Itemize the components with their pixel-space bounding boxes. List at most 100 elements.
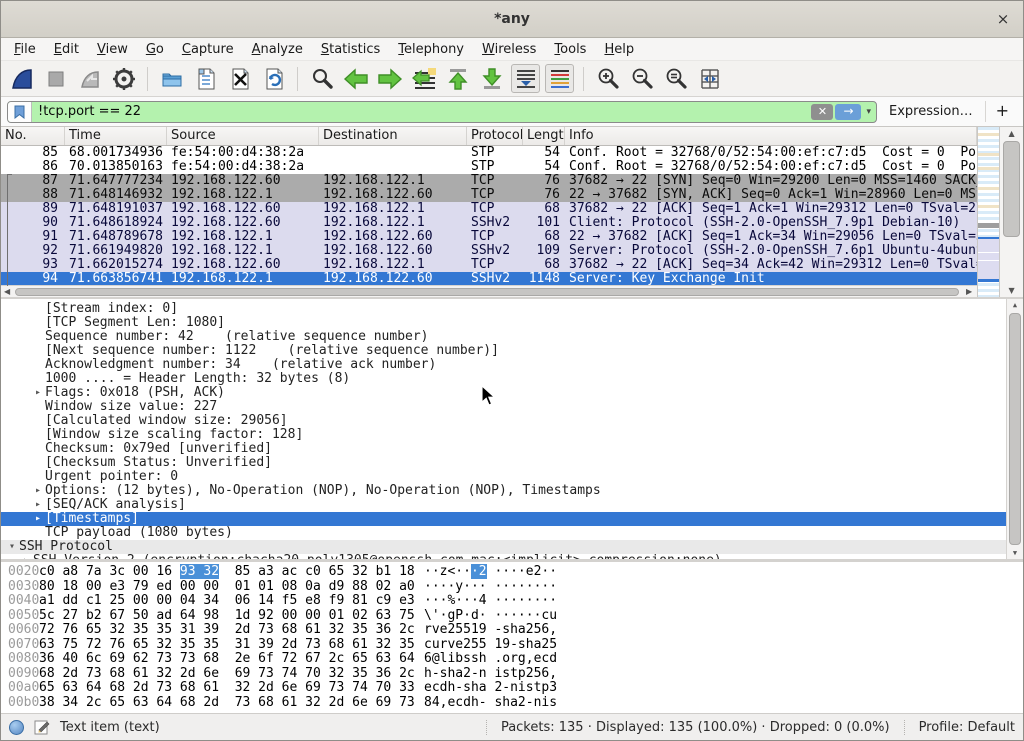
packet-row-85[interactable]: 8568.001734936fe:54:00:d4:38:2aSTP54Conf… bbox=[1, 146, 977, 160]
menu-tools[interactable]: Tools bbox=[545, 40, 595, 59]
packet-row-93[interactable]: 9371.662015274192.168.122.60192.168.122.… bbox=[1, 258, 977, 272]
detail-row-16[interactable]: TCP payload (1080 bytes) bbox=[1, 526, 1023, 540]
detail-row-2[interactable]: Sequence number: 42 (relative sequence n… bbox=[1, 330, 1023, 344]
save-file-button[interactable] bbox=[191, 64, 220, 93]
profile-text[interactable]: Profile: Default bbox=[904, 720, 1015, 735]
scroll-down-icon[interactable]: ▼ bbox=[1007, 549, 1023, 557]
expand-icon[interactable]: ▸ bbox=[31, 484, 45, 498]
column-header-source[interactable]: Source bbox=[167, 127, 319, 145]
menu-statistics[interactable]: Statistics bbox=[312, 40, 389, 59]
hex-ascii[interactable]: h-sha2-n istp256, bbox=[424, 667, 557, 682]
filter-apply-icon[interactable]: → bbox=[835, 104, 861, 120]
hex-row-0070[interactable]: 007063 75 72 76 65 32 35 35 31 39 2d 73 … bbox=[1, 638, 1023, 653]
hex-row-0080[interactable]: 008036 40 6c 69 62 73 73 68 2e 6f 72 67 … bbox=[1, 652, 1023, 667]
menu-file[interactable]: File bbox=[5, 40, 45, 59]
hex-row-0030[interactable]: 003080 18 00 e3 79 ed 00 00 01 01 08 0a … bbox=[1, 580, 1023, 595]
column-header-protocol[interactable]: Protocol bbox=[467, 127, 523, 145]
hex-bytes[interactable]: 65 63 64 68 2d 73 68 61 32 2d 6e 69 73 7… bbox=[39, 681, 424, 696]
packet-list-hscrollbar[interactable]: ◀ ▶ bbox=[1, 285, 977, 297]
filter-clear-icon[interactable]: ✕ bbox=[811, 104, 833, 120]
column-header-time[interactable]: Time bbox=[65, 127, 167, 145]
find-packet-button[interactable] bbox=[307, 64, 336, 93]
packet-row-88[interactable]: 8871.648146932192.168.122.1192.168.122.6… bbox=[1, 188, 977, 202]
close-file-button[interactable] bbox=[225, 64, 254, 93]
menu-help[interactable]: Help bbox=[595, 40, 643, 59]
filter-dropdown-icon[interactable]: ▾ bbox=[861, 107, 876, 117]
packet-row-90[interactable]: 9071.648618924192.168.122.60192.168.122.… bbox=[1, 216, 977, 230]
column-header-info[interactable]: Info bbox=[565, 127, 977, 145]
expression-button[interactable]: Expression… bbox=[885, 104, 977, 119]
zoom-reset-button[interactable] bbox=[661, 64, 690, 93]
detail-row-9[interactable]: [Window size scaling factor: 128] bbox=[1, 428, 1023, 442]
hex-row-0020[interactable]: 0020c0 a8 7a 3c 00 16 93 32 85 a3 ac c0 … bbox=[1, 565, 1023, 580]
hex-ascii[interactable]: rve25519 -sha256, bbox=[424, 623, 557, 638]
detail-row-10[interactable]: Checksum: 0x79ed [unverified] bbox=[1, 442, 1023, 456]
menu-go[interactable]: Go bbox=[137, 40, 173, 59]
hex-bytes[interactable]: 5c 27 b2 67 50 ad 64 98 1d 92 00 00 01 0… bbox=[39, 609, 424, 624]
filter-bookmark-icon[interactable] bbox=[8, 102, 32, 122]
packet-row-86[interactable]: 8670.013850163fe:54:00:d4:38:2aSTP54Conf… bbox=[1, 160, 977, 174]
detail-row-13[interactable]: ▸Options: (12 bytes), No-Operation (NOP)… bbox=[1, 484, 1023, 498]
hex-row-00a0[interactable]: 00a065 63 64 68 2d 73 68 61 32 2d 6e 69 … bbox=[1, 681, 1023, 696]
scroll-down-icon[interactable]: ▼ bbox=[1000, 286, 1023, 295]
resize-columns-button[interactable] bbox=[695, 64, 724, 93]
detail-row-3[interactable]: [Next sequence number: 1122 (relative se… bbox=[1, 344, 1023, 358]
collapse-icon[interactable]: ▾ bbox=[5, 540, 19, 554]
hex-ascii[interactable]: ····y··· ········ bbox=[424, 580, 557, 595]
packet-row-94[interactable]: 9471.663856741192.168.122.1192.168.122.6… bbox=[1, 272, 977, 285]
packet-row-89[interactable]: 8971.648191037192.168.122.60192.168.122.… bbox=[1, 202, 977, 216]
scroll-up-icon[interactable]: ▲ bbox=[1000, 129, 1023, 138]
go-to-bottom-button[interactable] bbox=[477, 64, 506, 93]
expand-icon[interactable]: ▸ bbox=[31, 512, 45, 526]
hex-row-0040[interactable]: 0040a1 dd c1 25 00 00 04 34 06 14 f5 e8 … bbox=[1, 594, 1023, 609]
go-back-button[interactable] bbox=[341, 64, 370, 93]
expert-info-icon[interactable] bbox=[9, 720, 24, 735]
filter-value[interactable]: !tcp.port == 22 bbox=[32, 104, 811, 119]
hex-row-00b0[interactable]: 00b038 34 2c 65 63 64 68 2d 73 68 61 32 … bbox=[1, 696, 1023, 711]
menu-view[interactable]: View bbox=[88, 40, 137, 59]
detail-row-8[interactable]: [Calculated window size: 29056] bbox=[1, 414, 1023, 428]
hex-bytes[interactable]: c0 a8 7a 3c 00 16 93 32 85 a3 ac c0 65 3… bbox=[39, 565, 424, 580]
detail-row-5[interactable]: 1000 .... = Header Length: 32 bytes (8) bbox=[1, 372, 1023, 386]
hex-bytes[interactable]: 72 76 65 32 35 35 31 39 2d 73 68 61 32 3… bbox=[39, 623, 424, 638]
hex-bytes[interactable]: 68 2d 73 68 61 32 2d 6e 69 73 74 70 32 3… bbox=[39, 667, 424, 682]
title-bar[interactable]: *any × bbox=[1, 1, 1023, 38]
open-file-button[interactable] bbox=[157, 64, 186, 93]
detail-row-7[interactable]: Window size value: 227 bbox=[1, 400, 1023, 414]
packet-row-87[interactable]: 8771.647777234192.168.122.60192.168.122.… bbox=[1, 174, 977, 188]
start-capture-button[interactable] bbox=[7, 64, 36, 93]
auto-scroll-toggle[interactable] bbox=[511, 64, 540, 93]
scroll-up-icon[interactable]: ▲ bbox=[1007, 301, 1023, 309]
menu-edit[interactable]: Edit bbox=[45, 40, 88, 59]
column-header-destination[interactable]: Destination bbox=[319, 127, 467, 145]
go-to-packet-button[interactable] bbox=[409, 64, 438, 93]
reload-button[interactable] bbox=[259, 64, 288, 93]
packet-row-91[interactable]: 9171.648789678192.168.122.1192.168.122.6… bbox=[1, 230, 977, 244]
hex-bytes[interactable]: a1 dd c1 25 00 00 04 34 06 14 f5 e8 f9 8… bbox=[39, 594, 424, 609]
detail-row-11[interactable]: [Checksum Status: Unverified] bbox=[1, 456, 1023, 470]
display-filter-input[interactable]: !tcp.port == 22 ✕ → ▾ bbox=[7, 101, 877, 123]
menu-analyze[interactable]: Analyze bbox=[243, 40, 312, 59]
hscroll-thumb[interactable] bbox=[15, 288, 959, 296]
expand-icon[interactable]: ▸ bbox=[19, 554, 33, 562]
hex-ascii[interactable]: \'·gP·d· ······cu bbox=[424, 609, 557, 624]
detail-row-15[interactable]: ▸[Timestamps] bbox=[1, 512, 1023, 526]
stop-capture-button[interactable] bbox=[41, 64, 70, 93]
expand-icon[interactable]: ▸ bbox=[31, 386, 45, 400]
vscroll-thumb[interactable] bbox=[1003, 141, 1020, 237]
details-scroll-thumb[interactable] bbox=[1009, 313, 1021, 545]
scroll-left-icon[interactable]: ◀ bbox=[4, 286, 10, 297]
hex-ascii[interactable]: 6@libssh .org,ecd bbox=[424, 652, 557, 667]
detail-row-6[interactable]: ▸Flags: 0x018 (PSH, ACK) bbox=[1, 386, 1023, 400]
hex-row-0060[interactable]: 006072 76 65 32 35 35 31 39 2d 73 68 61 … bbox=[1, 623, 1023, 638]
capture-options-button[interactable] bbox=[109, 64, 138, 93]
hex-ascii[interactable]: ··z<···2 ····e2·· bbox=[424, 565, 557, 580]
colorize-toggle[interactable] bbox=[545, 64, 574, 93]
restart-capture-button[interactable] bbox=[75, 64, 104, 93]
capture-comment-icon[interactable] bbox=[34, 719, 50, 735]
hex-bytes[interactable]: 36 40 6c 69 62 73 73 68 2e 6f 72 67 2c 6… bbox=[39, 652, 424, 667]
packet-list-header[interactable]: No.TimeSourceDestinationProtocolLengthIn… bbox=[1, 127, 977, 146]
hex-ascii[interactable]: 84,ecdh- sha2-nis bbox=[424, 696, 557, 711]
column-header-length[interactable]: Length bbox=[523, 127, 565, 145]
close-icon[interactable]: × bbox=[993, 9, 1013, 29]
